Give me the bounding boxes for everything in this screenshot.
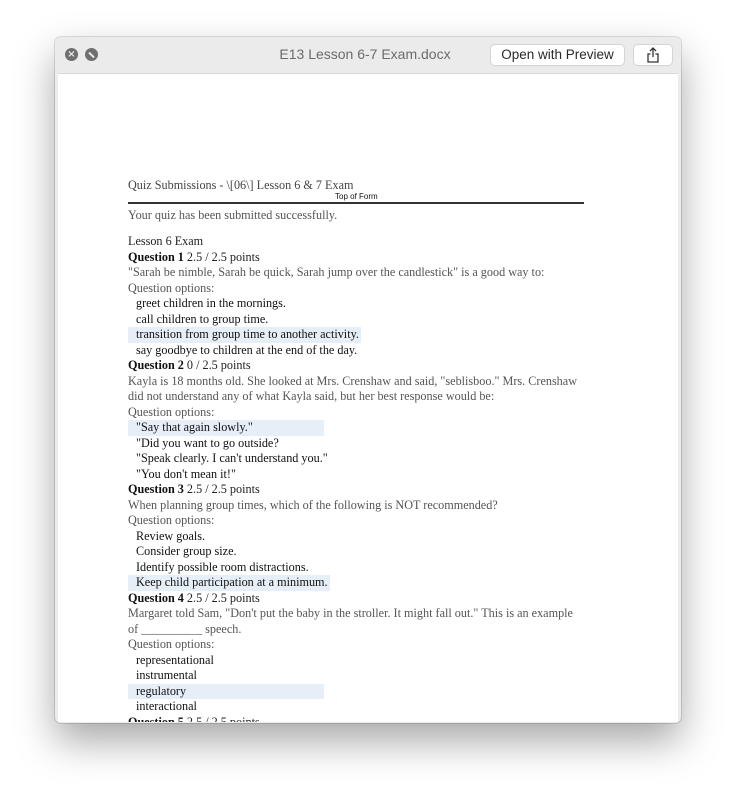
question-score: 0 / 2.5 points <box>186 358 251 372</box>
answer-option: "You don't mean it!" <box>136 466 236 481</box>
question-score: 2.5 / 2.5 points <box>186 249 260 264</box>
fullscreen-exit-icon[interactable] <box>85 48 98 61</box>
answer-option-row: Review goals. <box>128 529 584 545</box>
question-options-label: Question options: <box>128 637 215 651</box>
answer-option: call children to group time. <box>136 311 269 326</box>
divider <box>128 202 584 204</box>
answer-option-row: regulatory <box>128 683 584 699</box>
answer-option-row: Identify possible room distractions. <box>128 560 584 576</box>
question-heading: Question 3 2.5 / 2.5 points <box>128 482 584 498</box>
answer-option: greet children in the mornings. <box>136 296 286 310</box>
quicklook-window: × E13 Lesson 6-7 Exam.docx Open with Pre… <box>55 37 681 723</box>
question-label: Question 1 <box>128 249 184 264</box>
question-list: Question 1 2.5 / 2.5 points "Sarah be nim… <box>128 250 584 723</box>
top-of-form-label: Top of Form <box>335 192 378 201</box>
answer-option-row: representational <box>128 653 584 669</box>
question-label: Question 5 <box>128 714 184 723</box>
question-heading: Question 2 0 / 2.5 points <box>128 358 584 374</box>
answer-option: Review goals. <box>136 528 206 543</box>
question-label: Question 4 <box>128 590 184 605</box>
answer-option-row: "Speak clearly. I can't understand you." <box>128 451 584 467</box>
question-block: Question 4 2.5 / 2.5 points Margaret told… <box>128 591 584 715</box>
answer-option: say goodbye to children at the end of th… <box>136 342 358 357</box>
question-heading: Question 1 2.5 / 2.5 points <box>128 250 584 266</box>
answer-option-row: "Say that again slowly." <box>128 420 584 436</box>
question-block: Question 1 2.5 / 2.5 points "Sarah be nim… <box>128 250 584 359</box>
section-title: Lesson 6 Exam <box>128 234 204 248</box>
answer-option-row: interactional <box>128 699 584 715</box>
answer-option-row: say goodbye to children at the end of th… <box>128 343 584 359</box>
question-prompt: "Sarah be nimble, Sarah be quick, Sarah … <box>128 265 545 279</box>
question-score: 2.5 / 2.5 points <box>186 590 260 605</box>
answer-option-row: transition from group time to another ac… <box>128 327 584 343</box>
question-options-label: Question options: <box>128 280 215 295</box>
answer-option-row: greet children in the mornings. <box>128 296 584 312</box>
answer-option-row: instrumental <box>128 668 584 684</box>
question-label: Question 2 <box>128 358 184 372</box>
submitted-message: Your quiz has been submitted successfull… <box>128 207 338 222</box>
question-prompt: When planning group times, which of the … <box>128 497 498 512</box>
document-page: Quiz Submissions - \[06\] Lesson 6 & 7 E… <box>58 73 678 722</box>
question-heading: Question 5 2.5 / 2.5 points <box>128 715 584 723</box>
window-title: E13 Lesson 6-7 Exam.docx <box>279 46 451 62</box>
answer-option-row: Consider group size. <box>128 544 584 560</box>
title-bar: × E13 Lesson 6-7 Exam.docx Open with Pre… <box>55 37 681 73</box>
selected-answer-option: Keep child participation at a minimum. <box>128 575 330 591</box>
answer-option-row: "You don't mean it!" <box>128 467 584 483</box>
selected-answer-option: "Say that again slowly." <box>128 420 324 436</box>
share-icon <box>647 47 659 63</box>
question-block: Question 2 0 / 2.5 points Kayla is 18 mon… <box>128 358 584 482</box>
question-score: 2.5 / 2.5 points <box>186 714 260 723</box>
question-options-label: Question options: <box>128 404 215 419</box>
question-block: Question 3 2.5 / 2.5 points When planning… <box>128 482 584 591</box>
question-score: 2.5 / 2.5 points <box>186 482 260 496</box>
selected-answer-option: regulatory <box>128 683 324 699</box>
answer-option: Identify possible room distractions. <box>136 559 309 574</box>
answer-option: Consider group size. <box>136 544 237 558</box>
close-icon[interactable]: × <box>65 48 78 61</box>
answer-option: instrumental <box>136 668 197 682</box>
question-heading: Question 4 2.5 / 2.5 points <box>128 591 584 607</box>
answer-option: interactional <box>136 699 197 713</box>
answer-option-row: Keep child participation at a minimum. <box>128 575 584 591</box>
question-prompt: Margaret told Sam, "Don't put the baby i… <box>128 606 573 636</box>
question-prompt: Kayla is 18 months old. She looked at Mr… <box>128 373 577 404</box>
document-content: Quiz Submissions - \[06\] Lesson 6 & 7 E… <box>128 178 584 722</box>
share-button[interactable] <box>634 45 672 65</box>
question-block: Question 5 2.5 / 2.5 pointsActivities th… <box>128 715 584 723</box>
open-with-preview-button[interactable]: Open with Preview <box>491 45 624 65</box>
question-options-label: Question options: <box>128 513 215 527</box>
answer-option: representational <box>136 652 214 667</box>
answer-option: "Speak clearly. I can't understand you." <box>136 451 328 465</box>
question-label: Question 3 <box>128 482 184 496</box>
selected-answer-option: transition from group time to another ac… <box>128 327 361 343</box>
answer-option: "Did you want to go outside? <box>136 435 279 450</box>
answer-option-row: call children to group time. <box>128 312 584 328</box>
answer-option-row: "Did you want to go outside? <box>128 436 584 452</box>
